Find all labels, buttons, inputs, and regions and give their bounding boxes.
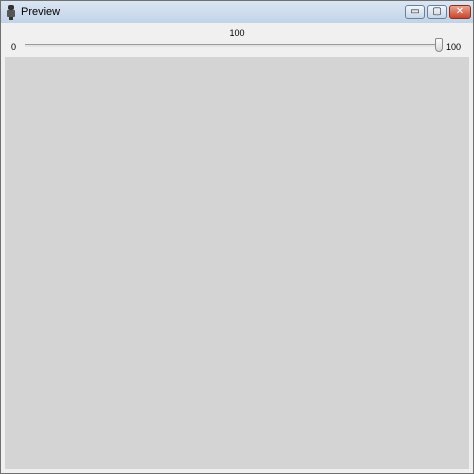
slider-max-label: 100	[445, 42, 461, 52]
maximize-icon: ▢	[432, 6, 442, 17]
maximize-button[interactable]: ▢	[427, 5, 447, 19]
title-bar[interactable]: Preview ▭ ▢ ✕	[1, 1, 473, 23]
close-button[interactable]: ✕	[449, 5, 471, 19]
preview-viewport[interactable]	[5, 57, 469, 469]
slider-thumb[interactable]	[435, 38, 443, 52]
minimize-button[interactable]: ▭	[405, 5, 425, 19]
preview-window: Preview ▭ ▢ ✕ 100 0 100	[0, 0, 474, 474]
minimize-icon: ▭	[410, 6, 420, 17]
slider-min-label: 0	[11, 42, 17, 52]
app-icon	[7, 5, 15, 20]
close-icon: ✕	[455, 6, 465, 17]
slider-value: 100	[229, 28, 245, 38]
slider-panel: 100 0 100	[1, 23, 473, 57]
slider-track[interactable]	[25, 44, 443, 47]
window-title: Preview	[21, 6, 61, 18]
